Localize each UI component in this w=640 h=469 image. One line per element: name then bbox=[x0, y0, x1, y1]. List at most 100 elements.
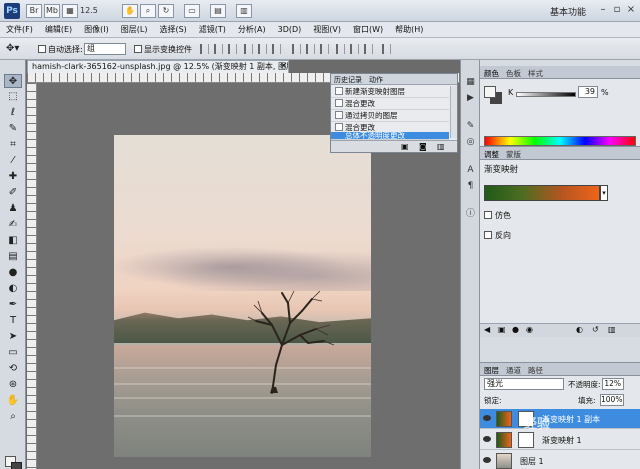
blur-tool-icon[interactable]: ● bbox=[4, 266, 22, 280]
3d-rotate-tool-icon[interactable]: ⟲ bbox=[4, 362, 22, 376]
restore-button[interactable]: ▫ bbox=[610, 3, 624, 17]
quick-select-tool-icon[interactable]: ✎ bbox=[4, 122, 22, 136]
crop-tool-icon[interactable]: ⌗ bbox=[4, 138, 22, 152]
marquee-tool-icon[interactable]: ⬚ bbox=[4, 90, 22, 104]
workspace-switcher[interactable]: 基本功能 bbox=[550, 5, 586, 18]
hand-tool-icon[interactable]: ✋ bbox=[4, 394, 22, 408]
history-brush-tool-icon[interactable]: ✍ bbox=[4, 218, 22, 232]
layer-mask-thumbnail[interactable] bbox=[518, 432, 534, 448]
menu-select[interactable]: 选择(S) bbox=[159, 24, 186, 35]
history-panel-icon[interactable]: ▦ bbox=[464, 76, 477, 88]
return-icon[interactable]: ◀ bbox=[484, 325, 490, 334]
history-item[interactable]: 通过拷贝的图层 bbox=[331, 110, 449, 122]
menu-edit[interactable]: 编辑(E) bbox=[45, 24, 72, 35]
document-tab[interactable]: hamish-clark-365162-unsplash.jpg @ 12.5%… bbox=[27, 60, 289, 73]
distribute-right-icon[interactable] bbox=[364, 44, 373, 54]
zoom-tool-icon[interactable]: ⌕ bbox=[140, 4, 156, 18]
gradient-picker-chevron-icon[interactable]: ▾ bbox=[600, 185, 608, 201]
tab-masks[interactable]: 蒙版 bbox=[506, 149, 521, 160]
tab-adjustments[interactable]: 调整 bbox=[484, 149, 499, 160]
layer-row[interactable]: 图层 1 bbox=[480, 451, 640, 469]
menu-help[interactable]: 帮助(H) bbox=[395, 24, 423, 35]
align-top-icon[interactable] bbox=[200, 44, 209, 54]
info-panel-icon[interactable]: ⓘ bbox=[464, 208, 477, 220]
distribute-bottom-icon[interactable] bbox=[320, 44, 329, 54]
k-channel-value[interactable]: 39 bbox=[578, 86, 598, 98]
gradient-tool-icon[interactable]: ▤ bbox=[4, 250, 22, 264]
shape-tool-icon[interactable]: ▭ bbox=[4, 346, 22, 360]
history-item-active[interactable]: 总体不透明度更改 bbox=[331, 132, 449, 140]
distribute-top-icon[interactable] bbox=[292, 44, 301, 54]
dodge-tool-icon[interactable]: ◐ bbox=[4, 282, 22, 296]
eye-icon[interactable] bbox=[483, 415, 491, 421]
extras-icon[interactable]: ▥ bbox=[236, 4, 252, 18]
distribute-left-icon[interactable] bbox=[336, 44, 345, 54]
type-tool-icon[interactable]: T bbox=[4, 314, 22, 328]
menu-3d[interactable]: 3D(D) bbox=[278, 25, 302, 34]
layer-row[interactable]: 渐变映射 1 副本 bbox=[480, 409, 640, 429]
screen-mode-icon[interactable]: ▭ bbox=[184, 4, 200, 18]
reverse-checkbox[interactable] bbox=[484, 231, 492, 239]
history-item[interactable]: 新建渐变映射图层 bbox=[331, 86, 449, 98]
menu-layer[interactable]: 图层(L) bbox=[121, 24, 148, 35]
auto-align-icon[interactable] bbox=[382, 44, 391, 54]
rotate-view-icon[interactable]: ↻ bbox=[158, 4, 174, 18]
foreground-color-chip[interactable] bbox=[484, 86, 496, 98]
paragraph-panel-icon[interactable]: ¶ bbox=[464, 180, 477, 192]
opacity-field[interactable]: 12% bbox=[602, 378, 624, 390]
minimize-button[interactable]: – bbox=[596, 3, 610, 17]
history-snapshot-box[interactable] bbox=[335, 87, 343, 95]
align-vcenter-icon[interactable] bbox=[214, 44, 223, 54]
mini-bridge-icon[interactable]: Mb bbox=[44, 4, 60, 18]
brushes-panel-icon[interactable]: ✎ bbox=[464, 120, 477, 132]
clip-layer-icon[interactable]: ● bbox=[512, 325, 519, 334]
character-panel-icon[interactable]: A bbox=[464, 164, 477, 176]
brush-tool-icon[interactable]: ✐ bbox=[4, 186, 22, 200]
healing-brush-tool-icon[interactable]: ✚ bbox=[4, 170, 22, 184]
path-select-tool-icon[interactable]: ➤ bbox=[4, 330, 22, 344]
gradient-map-preview[interactable] bbox=[484, 185, 600, 201]
align-bottom-icon[interactable] bbox=[228, 44, 237, 54]
trash-icon[interactable]: ▥ bbox=[437, 142, 445, 151]
menu-file[interactable]: 文件(F) bbox=[6, 24, 33, 35]
3d-orbit-tool-icon[interactable]: ⊛ bbox=[4, 378, 22, 392]
expand-view-icon[interactable]: ▣ bbox=[498, 325, 506, 334]
align-left-icon[interactable] bbox=[244, 44, 253, 54]
clone-source-panel-icon[interactable]: ◎ bbox=[464, 136, 477, 148]
eyedropper-tool-icon[interactable]: ⁄ bbox=[4, 154, 22, 168]
auto-select-dropdown[interactable]: 组 bbox=[84, 43, 126, 55]
clone-stamp-tool-icon[interactable]: ♟ bbox=[4, 202, 22, 216]
history-snapshot-box[interactable] bbox=[335, 123, 343, 131]
show-transform-checkbox[interactable] bbox=[134, 45, 142, 53]
new-document-icon[interactable]: ▣ bbox=[401, 142, 409, 151]
layer-row[interactable]: 渐变映射 1 bbox=[480, 430, 640, 450]
eraser-tool-icon[interactable]: ◧ bbox=[4, 234, 22, 248]
document-image[interactable] bbox=[114, 135, 371, 457]
menu-view[interactable]: 视图(V) bbox=[313, 24, 341, 35]
arrange-icon[interactable]: ▦ bbox=[62, 4, 78, 18]
snapshot-icon[interactable]: ◙ bbox=[419, 142, 427, 151]
previous-state-icon[interactable]: ◐ bbox=[576, 325, 583, 334]
eye-icon[interactable] bbox=[483, 457, 491, 463]
lasso-tool-icon[interactable]: ℓ bbox=[4, 106, 22, 120]
history-snapshot-box[interactable] bbox=[335, 99, 343, 107]
background-color-swatch[interactable] bbox=[11, 462, 22, 469]
tab-paths[interactable]: 路径 bbox=[528, 365, 543, 376]
bridge-icon[interactable]: Br bbox=[26, 4, 42, 18]
history-scrollbar[interactable] bbox=[450, 86, 457, 138]
align-right-icon[interactable] bbox=[272, 44, 281, 54]
tab-actions[interactable]: 动作 bbox=[369, 75, 383, 85]
tab-layers[interactable]: 图层 bbox=[484, 365, 499, 376]
color-spectrum-bar[interactable] bbox=[484, 136, 636, 146]
tab-styles[interactable]: 样式 bbox=[528, 68, 543, 79]
document-close-icon[interactable]: × bbox=[280, 60, 288, 72]
align-hcenter-icon[interactable] bbox=[258, 44, 267, 54]
dither-checkbox[interactable] bbox=[484, 211, 492, 219]
tab-history[interactable]: 历史记录 bbox=[334, 75, 362, 85]
distribute-vcenter-icon[interactable] bbox=[306, 44, 315, 54]
menu-image[interactable]: 图像(I) bbox=[84, 24, 109, 35]
pen-tool-icon[interactable]: ✒ bbox=[4, 298, 22, 312]
distribute-hcenter-icon[interactable] bbox=[350, 44, 359, 54]
auto-select-checkbox[interactable] bbox=[38, 45, 46, 53]
zoom-level-dropdown[interactable]: 12.5 bbox=[80, 4, 116, 18]
